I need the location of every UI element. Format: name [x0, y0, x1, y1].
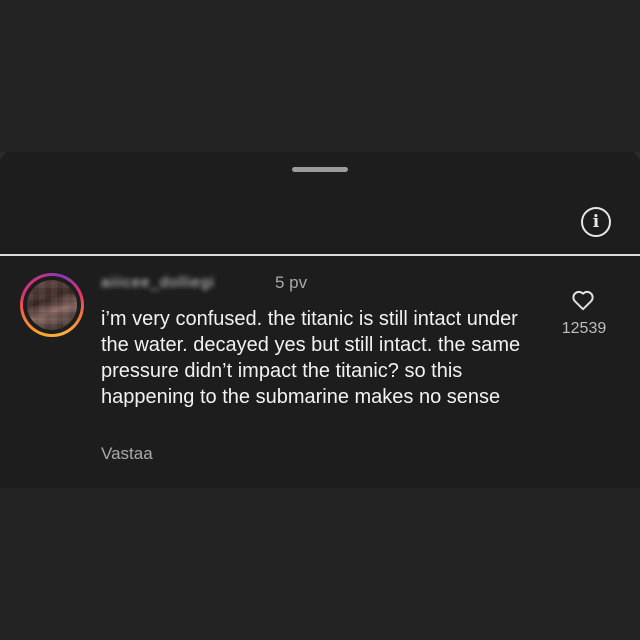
avatar-ring-gap	[23, 276, 81, 334]
dimmed-background-bottom	[0, 488, 640, 640]
divider	[0, 254, 640, 256]
comment-text: i’m very confused. the titanic is still …	[101, 308, 521, 408]
sheet-corner-right	[634, 152, 640, 160]
reply-button[interactable]: Vastaa	[101, 443, 153, 465]
avatar-image	[27, 280, 77, 330]
avatar[interactable]	[20, 273, 84, 337]
sheet-drag-handle[interactable]	[292, 167, 348, 172]
heart-icon[interactable]	[570, 287, 596, 313]
like-count: 12539	[561, 320, 607, 337]
sheet-corner-left	[0, 152, 6, 160]
comment-username[interactable]: aiiicee_dolliegi	[101, 274, 261, 290]
dimmed-background-top	[0, 0, 640, 152]
screen: i aiiicee_dolliegi 5 pv i’m very confuse…	[0, 0, 640, 640]
info-glyph: i	[592, 211, 600, 232]
info-icon[interactable]: i	[581, 207, 611, 237]
comment-timestamp: 5 pv	[275, 273, 308, 292]
